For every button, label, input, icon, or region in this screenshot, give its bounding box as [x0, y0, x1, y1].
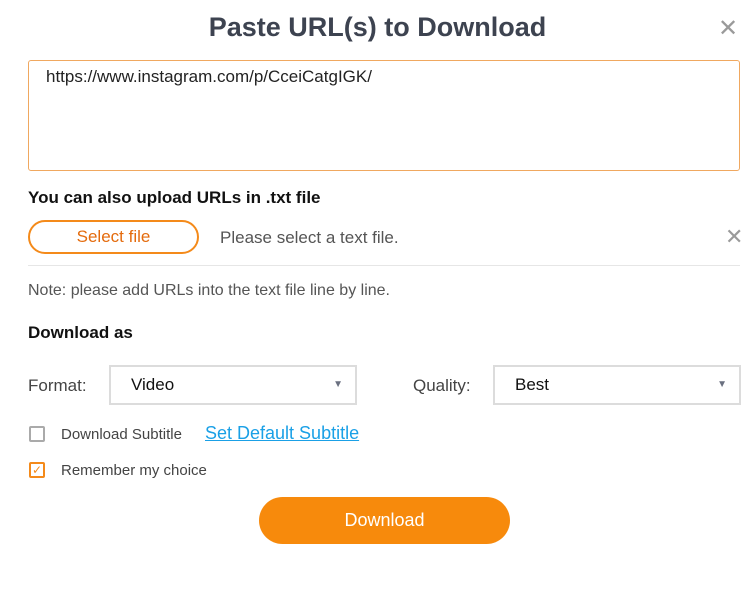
download-as-heading: Download as	[28, 323, 133, 342]
file-hint: Please select a text file.	[220, 228, 399, 247]
select-file-button[interactable]: Select file	[28, 220, 199, 254]
chevron-down-icon: ▼	[717, 379, 727, 390]
chevron-down-icon: ▼	[333, 379, 343, 390]
clear-file-icon[interactable]: ✕	[725, 224, 743, 250]
set-default-subtitle-link[interactable]: Set Default Subtitle	[205, 423, 359, 444]
download-subtitle-label: Download Subtitle	[61, 426, 182, 443]
quality-label: Quality:	[413, 376, 471, 395]
format-value: Video	[131, 375, 175, 394]
remember-choice-checkbox[interactable]: ✓	[29, 462, 45, 478]
check-icon: ✓	[31, 463, 43, 477]
url-input[interactable]: https://www.instagram.com/p/CceiCatgIGK/	[28, 60, 740, 171]
quality-value: Best	[515, 375, 550, 394]
dialog-title: Paste URL(s) to Download	[208, 12, 547, 42]
divider	[28, 265, 740, 266]
upload-note: Note: please add URLs into the text file…	[28, 282, 390, 299]
format-label: Format:	[28, 376, 87, 395]
remember-choice-label: Remember my choice	[61, 462, 207, 479]
download-button[interactable]: Download	[259, 497, 510, 544]
download-subtitle-checkbox[interactable]	[29, 426, 45, 442]
quality-select[interactable]: Best ▼	[493, 365, 741, 405]
upload-heading: You can also upload URLs in .txt file	[28, 188, 321, 207]
format-select[interactable]: Video ▼	[109, 365, 357, 405]
close-icon[interactable]: ✕	[718, 14, 738, 43]
